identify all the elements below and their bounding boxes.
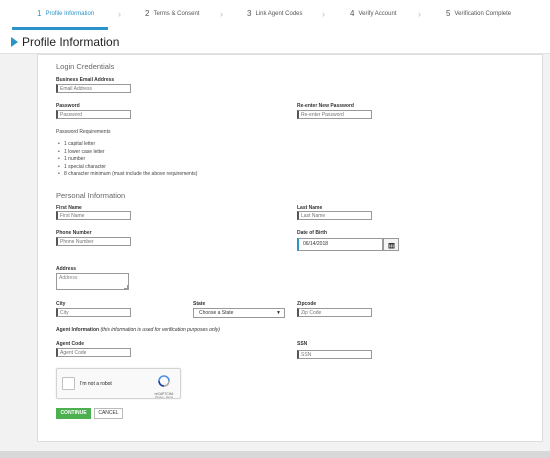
ssn-label: SSN xyxy=(297,341,308,347)
reenter-password-label: Re-enter New Password xyxy=(297,103,354,109)
recaptcha-logo: reCAPTCHA Privacy - Terms xyxy=(153,374,175,399)
step-label: Verify Account xyxy=(358,11,397,17)
email-field[interactable] xyxy=(56,84,131,93)
step-number: 1 xyxy=(37,9,42,18)
phone-label: Phone Number xyxy=(56,230,92,236)
dob-label: Date of Birth xyxy=(297,230,327,236)
agent-info-label: Agent Information (this information is u… xyxy=(56,327,220,333)
city-field[interactable] xyxy=(56,308,131,317)
ssn-field[interactable] xyxy=(297,350,372,359)
agent-info-note: (this information is used for verificati… xyxy=(100,327,220,333)
progress-stepper: 1 Profile Information › 2 Terms & Consent … xyxy=(0,0,550,30)
recaptcha-icon xyxy=(158,375,170,387)
recaptcha-terms[interactable]: Privacy - Terms xyxy=(153,396,175,399)
chevron-right-icon xyxy=(11,37,18,47)
recaptcha-checkbox[interactable] xyxy=(62,377,75,390)
address-field[interactable]: Address xyxy=(56,273,129,290)
state-selected-value: Choose a State xyxy=(199,310,234,316)
last-name-field[interactable] xyxy=(297,211,372,220)
step-number: 4 xyxy=(350,9,355,18)
calendar-icon xyxy=(388,243,395,249)
personal-information-heading: Personal Information xyxy=(56,191,126,200)
agent-code-field[interactable] xyxy=(56,348,131,357)
requirement-item: 1 lower case letter xyxy=(58,149,197,157)
reenter-password-field[interactable] xyxy=(297,110,372,119)
recaptcha-widget: I'm not a robot reCAPTCHA Privacy - Term… xyxy=(56,368,181,399)
login-credentials-heading: Login Credentials xyxy=(56,62,115,71)
calendar-button[interactable] xyxy=(383,238,399,251)
footer-bar xyxy=(0,451,550,458)
step-link-agent-codes[interactable]: 3 Link Agent Codes xyxy=(247,9,303,18)
phone-field[interactable] xyxy=(56,237,131,246)
first-name-field[interactable] xyxy=(56,211,131,220)
resize-handle[interactable] xyxy=(124,285,128,289)
chevron-right-icon: › xyxy=(418,9,421,19)
password-label: Password xyxy=(56,103,80,109)
requirement-item: 8 character minimum (must include the ab… xyxy=(58,171,197,179)
zipcode-label: Zipcode xyxy=(297,301,317,307)
agent-info-title: Agent Information xyxy=(56,327,100,333)
continue-button[interactable]: CONTINUE xyxy=(56,408,91,419)
cancel-button[interactable]: CANCEL xyxy=(94,408,123,419)
address-label: Address xyxy=(56,266,77,272)
step-verify-account[interactable]: 4 Verify Account xyxy=(350,9,396,18)
step-label: Verification Complete xyxy=(454,11,512,17)
chevron-right-icon: › xyxy=(322,9,325,19)
city-label: City xyxy=(56,301,66,307)
agent-code-label: Agent Code xyxy=(56,341,85,347)
dob-field[interactable]: 06/14/2018 xyxy=(297,238,383,251)
requirement-item: 1 number xyxy=(58,156,197,164)
recaptcha-label: I'm not a robot xyxy=(80,381,112,387)
requirement-item: 1 special character xyxy=(58,164,197,172)
password-requirements-title: Password Requirements xyxy=(56,129,111,135)
zipcode-field[interactable] xyxy=(297,308,372,317)
state-label: State xyxy=(193,301,206,307)
email-label: Business Email Address xyxy=(56,77,115,83)
state-select[interactable]: Choose a State ▼ xyxy=(193,308,285,318)
step-label: Terms & Consent xyxy=(153,11,200,17)
step-number: 5 xyxy=(446,9,451,18)
step-profile-information[interactable]: 1 Profile Information xyxy=(37,9,94,18)
chevron-right-icon: › xyxy=(220,9,223,19)
step-number: 3 xyxy=(247,9,252,18)
dropdown-caret-icon: ▼ xyxy=(276,310,281,316)
step-label: Link Agent Codes xyxy=(255,11,303,17)
password-requirements-list: 1 capital letter 1 lower case letter 1 n… xyxy=(58,141,197,179)
step-number: 2 xyxy=(145,9,150,18)
step-label: Profile Information xyxy=(45,11,95,17)
password-field[interactable] xyxy=(56,110,131,119)
requirement-item: 1 capital letter xyxy=(58,141,197,149)
step-terms-consent[interactable]: 2 Terms & Consent xyxy=(145,9,199,18)
chevron-right-icon: › xyxy=(118,9,121,19)
step-verification-complete[interactable]: 5 Verification Complete xyxy=(446,9,511,18)
page-title: Profile Information xyxy=(22,35,120,49)
